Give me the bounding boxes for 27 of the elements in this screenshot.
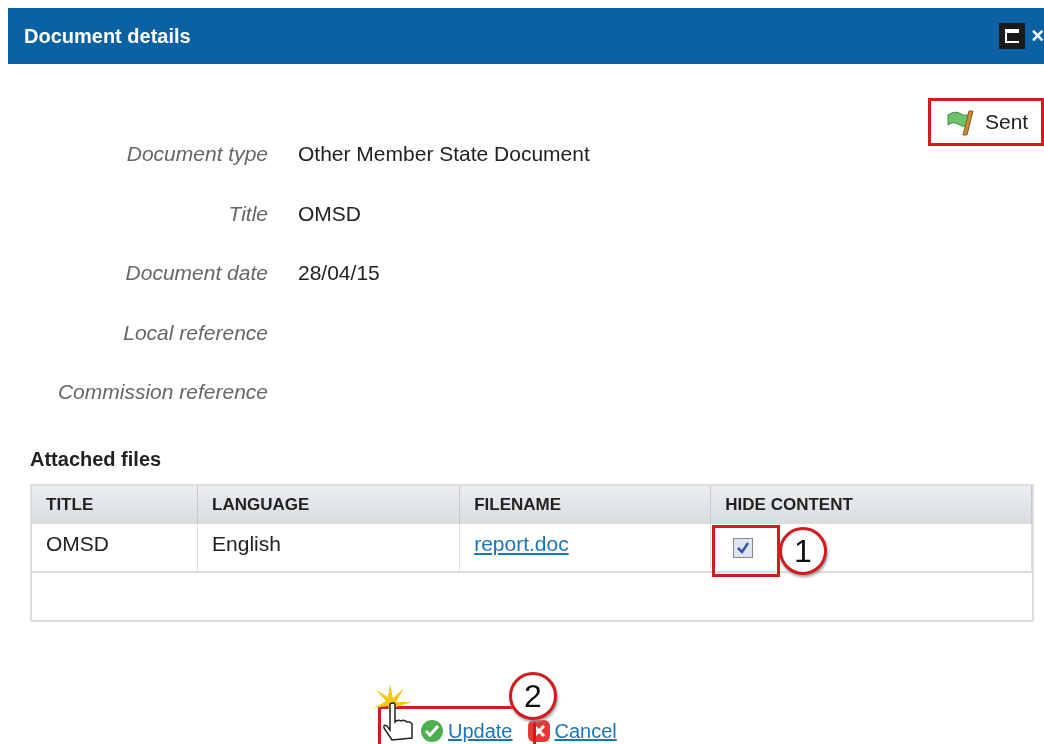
column-header: LANGUAGE <box>197 485 460 524</box>
callout-badge: 1 <box>779 527 827 575</box>
table-cell: English <box>197 523 460 572</box>
field-value: 28/04/15 <box>298 260 380 286</box>
field-label: Title <box>227 200 268 227</box>
window-title: Document details <box>24 24 192 49</box>
field-label: Local reference <box>122 319 268 346</box>
table-cell: OMSD <box>32 523 198 572</box>
column-header: FILENAME <box>459 485 711 524</box>
section-heading: Attached files <box>30 446 163 472</box>
close-button[interactable]: × <box>1031 25 1044 47</box>
column-header: TITLE <box>32 485 198 524</box>
field-value: Other Member State Document <box>298 141 590 167</box>
window-icon <box>1005 29 1020 43</box>
file-link[interactable]: report.doc <box>474 531 569 555</box>
field-label: Document date <box>124 260 268 286</box>
check-icon <box>420 719 444 743</box>
status-button[interactable]: Sent <box>928 98 1044 146</box>
column-header: HIDE CONTENT <box>710 485 1032 524</box>
field-label: Document type <box>125 141 268 167</box>
maximize-button[interactable] <box>999 23 1026 49</box>
callout-badge: 2 <box>509 672 557 720</box>
checkbox[interactable] <box>733 537 754 558</box>
field-value: OMSD <box>298 200 361 227</box>
highlight-frame <box>712 525 780 577</box>
field-label: Commission reference <box>56 379 268 405</box>
flag-icon <box>945 107 975 137</box>
